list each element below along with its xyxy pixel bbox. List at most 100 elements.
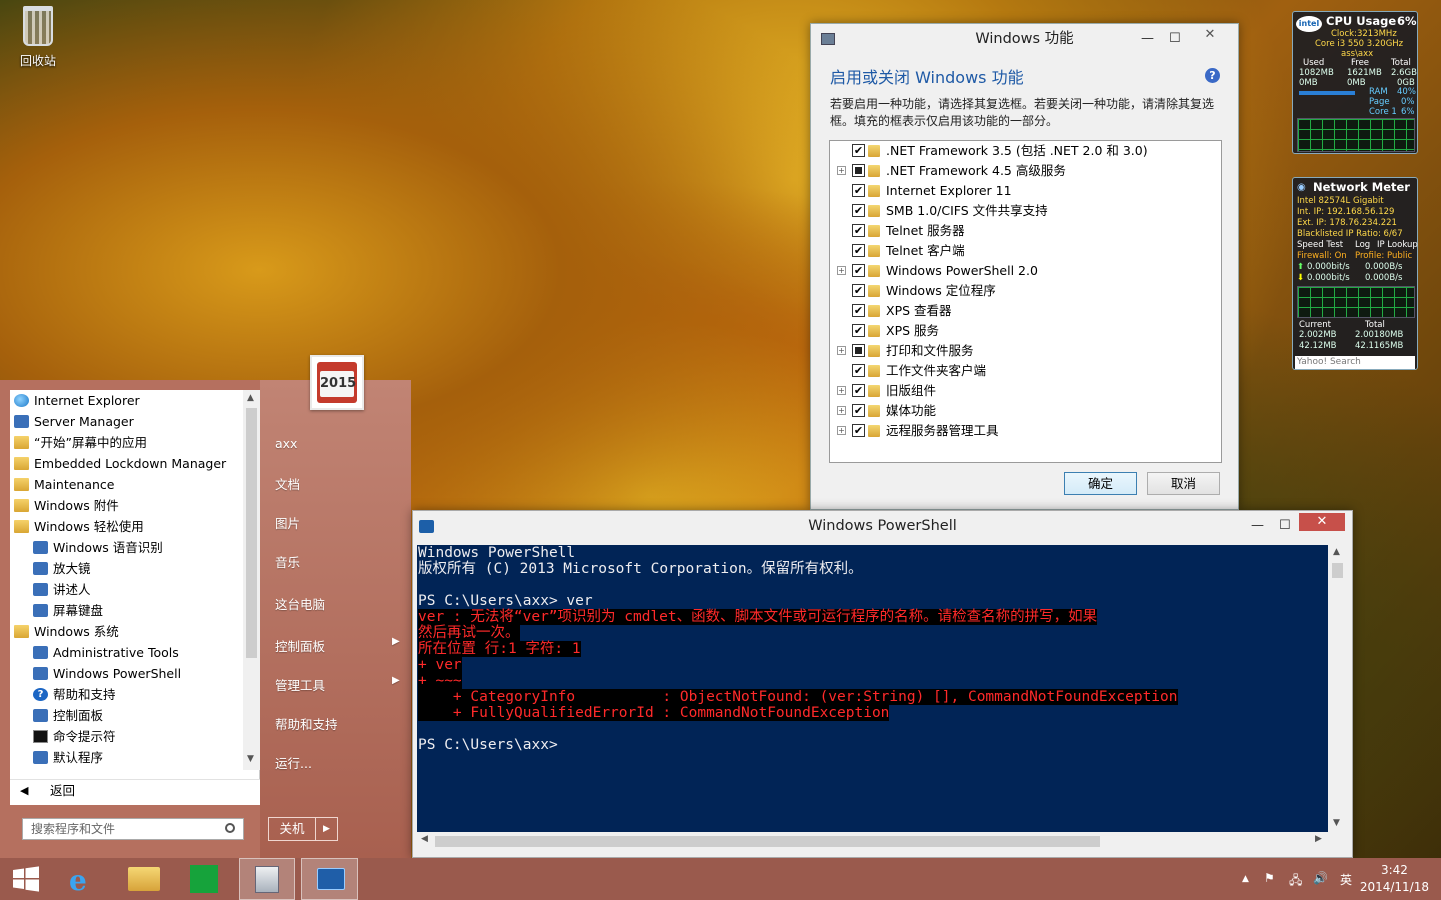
features-title-bar[interactable]: Windows 功能 — ☐ ✕ xyxy=(811,24,1238,54)
yahoo-search-input[interactable]: Yahoo! Search xyxy=(1295,356,1415,369)
start-app-item[interactable]: 讲述人 xyxy=(10,579,259,600)
start-app-item[interactable]: 屏幕键盘 xyxy=(10,600,259,621)
start-right-item[interactable]: 文档 xyxy=(275,474,300,493)
start-right-item[interactable]: 管理工具 ▶ xyxy=(275,675,400,694)
volume-icon[interactable]: 🔊 xyxy=(1313,871,1328,885)
ps-horizontal-scrollbar[interactable]: ◀ ▶ xyxy=(417,832,1328,851)
feature-checkbox[interactable] xyxy=(852,164,865,177)
speed-test-link[interactable]: Speed Test xyxy=(1297,240,1343,250)
feature-checkbox[interactable]: ✔ xyxy=(852,384,865,397)
taskbar-ie[interactable]: e xyxy=(58,858,110,900)
start-app-list-scrollbar[interactable]: ▲ ▼ xyxy=(243,390,260,770)
start-app-item[interactable]: 默认程序 xyxy=(10,747,259,768)
help-icon[interactable]: ? xyxy=(1205,68,1220,83)
start-app-item[interactable]: Windows 语音识别 xyxy=(10,537,259,558)
scroll-up-icon[interactable]: ▲ xyxy=(247,393,254,403)
flag-icon[interactable]: ⚑ xyxy=(1264,871,1275,885)
start-right-item[interactable]: 这台电脑 xyxy=(275,594,325,613)
ps-hscroll-thumb[interactable] xyxy=(435,836,1100,847)
feature-checkbox[interactable]: ✔ xyxy=(852,324,865,337)
minimize-button[interactable]: — xyxy=(1141,24,1154,54)
feature-checkbox[interactable]: ✔ xyxy=(852,204,865,217)
shutdown-options-arrow-icon[interactable]: ▶ xyxy=(315,818,337,840)
feature-checkbox[interactable]: ✔ xyxy=(852,244,865,257)
start-app-item[interactable]: Embedded Lockdown Manager xyxy=(10,453,259,474)
expand-icon[interactable]: + xyxy=(837,346,846,355)
start-app-item[interactable]: Administrative Tools xyxy=(10,642,259,663)
ime-indicator[interactable]: 英 xyxy=(1340,871,1352,888)
ps-scroll-down-icon[interactable]: ▼ xyxy=(1333,818,1340,828)
network-meter-gadget[interactable]: ◉ Network Meter Intel 82574L Gigabit Int… xyxy=(1292,177,1418,370)
start-app-item[interactable]: 控制面板 xyxy=(10,705,259,726)
start-back-button[interactable]: ◀ 返回 xyxy=(10,779,260,805)
feature-checkbox[interactable]: ✔ xyxy=(852,404,865,417)
expand-icon[interactable]: + xyxy=(837,386,846,395)
taskbar-powershell[interactable] xyxy=(301,858,358,900)
ps-vertical-scrollbar[interactable]: ▲ ▼ xyxy=(1328,545,1347,832)
user-picture-calendar[interactable]: 2015 xyxy=(310,355,364,410)
ps-vscroll-thumb[interactable] xyxy=(1332,563,1343,578)
start-right-item[interactable]: axx xyxy=(275,436,297,451)
expand-icon[interactable]: + xyxy=(837,426,846,435)
recycle-bin[interactable]: 回收站 xyxy=(12,6,64,69)
start-app-item[interactable]: Windows 系统 xyxy=(10,621,259,642)
scroll-down-icon[interactable]: ▼ xyxy=(247,754,254,764)
firewall-status: Firewall: On xyxy=(1297,251,1347,261)
cancel-button[interactable]: 取消 xyxy=(1147,472,1220,495)
feature-checkbox[interactable]: ✔ xyxy=(852,284,865,297)
feature-checkbox[interactable]: ✔ xyxy=(852,264,865,277)
start-right-item[interactable]: 运行... xyxy=(275,753,312,772)
log-link[interactable]: Log xyxy=(1355,240,1370,250)
clock[interactable]: 3:42 2014/11/18 xyxy=(1360,862,1429,896)
cpu-usage-gadget[interactable]: intel CPU Usage 6% Clock:3213MHz Core i3… xyxy=(1292,11,1418,154)
start-right-item-label: 控制面板 xyxy=(275,639,326,654)
taskbar-features-window[interactable] xyxy=(239,858,295,900)
powershell-title-bar[interactable]: Windows PowerShell — ☐ ✕ xyxy=(413,511,1352,541)
expand-icon[interactable]: + xyxy=(837,266,846,275)
start-right-item[interactable]: 控制面板 ▶ xyxy=(275,636,400,655)
ps-scroll-right-icon[interactable]: ▶ xyxy=(1315,834,1322,844)
start-app-item[interactable]: “开始”屏幕中的应用 xyxy=(10,432,259,453)
feature-checkbox[interactable] xyxy=(852,344,865,357)
start-app-item[interactable]: Server Manager xyxy=(10,411,259,432)
start-app-item[interactable]: Windows PowerShell xyxy=(10,663,259,684)
expand-icon[interactable]: + xyxy=(837,406,846,415)
show-hidden-icons[interactable]: ▲ xyxy=(1242,874,1249,884)
start-app-item[interactable]: Maintenance xyxy=(10,474,259,495)
powershell-console[interactable]: Windows PowerShell 版权所有 (C) 2013 Microsof… xyxy=(417,545,1328,832)
feature-checkbox[interactable]: ✔ xyxy=(852,364,865,377)
start-right-item[interactable]: 图片 xyxy=(275,513,300,532)
start-app-item[interactable]: 命令提示符 xyxy=(10,726,259,747)
feature-checkbox[interactable]: ✔ xyxy=(852,184,865,197)
ps-scroll-up-icon[interactable]: ▲ xyxy=(1333,547,1340,557)
ps-maximize-button[interactable]: ☐ xyxy=(1279,511,1291,541)
ram-bar xyxy=(1299,91,1355,95)
start-app-item[interactable]: Internet Explorer xyxy=(10,390,259,411)
shutdown-button[interactable]: 关机 ▶ xyxy=(268,817,338,841)
maximize-button[interactable]: ☐ xyxy=(1169,24,1181,54)
start-button[interactable] xyxy=(0,858,54,900)
feature-checkbox[interactable]: ✔ xyxy=(852,304,865,317)
start-search-input[interactable]: 搜索程序和文件 xyxy=(22,818,244,840)
start-app-item[interactable]: ? 帮助和支持 xyxy=(10,684,259,705)
windows-features-dialog: Windows 功能 — ☐ ✕ 启用或关闭 Windows 功能 ? 若要启用… xyxy=(810,23,1239,510)
feature-checkbox[interactable]: ✔ xyxy=(852,224,865,237)
start-right-item[interactable]: 音乐 xyxy=(275,552,300,571)
close-button[interactable]: ✕ xyxy=(1187,26,1233,44)
expand-icon[interactable]: + xyxy=(837,166,846,175)
feature-checkbox[interactable]: ✔ xyxy=(852,424,865,437)
ps-minimize-button[interactable]: — xyxy=(1251,511,1264,541)
start-app-item[interactable]: Windows 轻松使用 xyxy=(10,516,259,537)
start-app-item[interactable]: Windows 附件 xyxy=(10,495,259,516)
ok-button[interactable]: 确定 xyxy=(1064,472,1137,495)
taskbar-explorer[interactable] xyxy=(118,858,170,900)
ps-scroll-left-icon[interactable]: ◀ xyxy=(421,834,428,844)
start-right-item[interactable]: 帮助和支持 xyxy=(275,714,338,733)
taskbar-store[interactable] xyxy=(178,858,230,900)
ps-close-button[interactable]: ✕ xyxy=(1299,513,1345,531)
scroll-thumb[interactable] xyxy=(246,408,257,658)
start-app-item[interactable]: 放大镜 xyxy=(10,558,259,579)
network-icon[interactable]: 🖧 xyxy=(1289,871,1302,892)
ip-lookup-link[interactable]: IP Lookup xyxy=(1377,240,1418,250)
feature-checkbox[interactable]: ✔ xyxy=(852,144,865,157)
